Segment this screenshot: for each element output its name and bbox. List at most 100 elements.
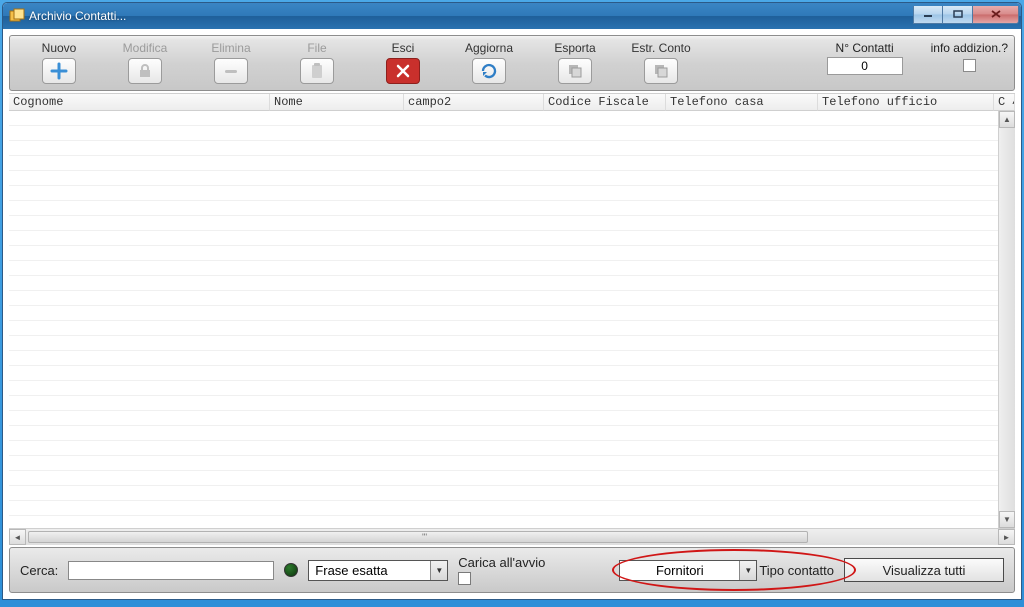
modifica-button[interactable]: Modifica (102, 39, 188, 87)
aggiorna-button[interactable]: Aggiorna (446, 39, 532, 87)
clipboard-icon (300, 58, 334, 84)
table-row[interactable] (9, 471, 1015, 486)
table-row[interactable] (9, 261, 1015, 276)
file-button[interactable]: File (274, 39, 360, 87)
close-icon (386, 58, 420, 84)
carica-label: Carica all'avvio (458, 555, 545, 570)
sort-asc-icon: ▲ (1012, 97, 1015, 107)
export-icon (558, 58, 592, 84)
carica-checkbox[interactable] (458, 572, 471, 585)
aggiorna-label: Aggiorna (465, 41, 513, 56)
chevron-down-icon (430, 561, 447, 580)
table-row[interactable] (9, 201, 1015, 216)
frase-value: Frase esatta (309, 563, 430, 578)
search-bar: Cerca: Frase esatta Carica all'avvio For… (9, 547, 1015, 593)
table-row[interactable] (9, 216, 1015, 231)
search-input[interactable] (68, 561, 274, 580)
table-row[interactable] (9, 291, 1015, 306)
table-row[interactable] (9, 441, 1015, 456)
table-row[interactable] (9, 156, 1015, 171)
table-row[interactable] (9, 171, 1015, 186)
table-row[interactable] (9, 126, 1015, 141)
nuovo-button[interactable]: Nuovo (16, 39, 102, 87)
table-row[interactable] (9, 411, 1015, 426)
app-icon (9, 8, 25, 24)
table-row[interactable] (9, 306, 1015, 321)
contacts-grid: Cognome Nome campo2 Codice Fiscale Telef… (9, 93, 1015, 545)
tipo-label: Tipo contatto (759, 563, 834, 578)
scroll-left-button[interactable]: ◄ (9, 529, 26, 545)
visualizza-tutti-button[interactable]: Visualizza tutti (844, 558, 1004, 582)
carica-allavvio: Carica all'avvio (458, 555, 545, 585)
col-nome[interactable]: Nome (270, 94, 404, 111)
ncontatti-value (827, 57, 903, 75)
hscroll-track[interactable]: ''' (26, 529, 998, 545)
estrconto-button[interactable]: Estr. Conto (618, 39, 704, 87)
table-row[interactable] (9, 111, 1015, 126)
elimina-button[interactable]: Elimina (188, 39, 274, 87)
modifica-label: Modifica (123, 41, 168, 56)
table-row[interactable] (9, 231, 1015, 246)
scroll-down-button[interactable]: ▼ (999, 511, 1015, 528)
app-window: Archivio Contatti... Nuovo Modifica (2, 2, 1022, 600)
plus-icon (42, 58, 76, 84)
table-row[interactable] (9, 276, 1015, 291)
vertical-scrollbar[interactable]: ▲ ▼ (998, 111, 1015, 528)
table-row[interactable] (9, 186, 1015, 201)
infoadd-checkbox[interactable] (963, 59, 976, 72)
grid-body[interactable]: ▲ ▼ (9, 111, 1015, 528)
table-row[interactable] (9, 456, 1015, 471)
minimize-button[interactable] (913, 6, 943, 24)
col-last[interactable]: C ▲ (994, 94, 1015, 111)
vscroll-track[interactable] (999, 128, 1015, 511)
table-row[interactable] (9, 351, 1015, 366)
col-campo2[interactable]: campo2 (404, 94, 544, 111)
hscroll-mark: ''' (422, 532, 427, 542)
tipo-contatto-select[interactable]: Fornitori (619, 560, 757, 581)
elimina-label: Elimina (211, 41, 250, 56)
col-telefonoufficio[interactable]: Telefono ufficio (818, 94, 994, 111)
ncontatti-field: N° Contatti (827, 41, 903, 75)
ncontatti-label: N° Contatti (827, 41, 903, 55)
scroll-up-button[interactable]: ▲ (999, 111, 1015, 128)
frase-select[interactable]: Frase esatta (308, 560, 448, 581)
file-label: File (307, 41, 326, 56)
esporta-button[interactable]: Esporta (532, 39, 618, 87)
table-row[interactable] (9, 516, 1015, 528)
col-codicefiscale[interactable]: Codice Fiscale (544, 94, 666, 111)
table-row[interactable] (9, 396, 1015, 411)
hscroll-thumb[interactable] (28, 531, 808, 543)
minus-icon (214, 58, 248, 84)
table-row[interactable] (9, 321, 1015, 336)
table-row[interactable] (9, 141, 1015, 156)
window-title: Archivio Contatti... (29, 9, 126, 23)
col-cognome[interactable]: Cognome (9, 94, 270, 111)
col-telefonocasa[interactable]: Telefono casa (666, 94, 818, 111)
esci-button[interactable]: Esci (360, 39, 446, 87)
table-row[interactable] (9, 336, 1015, 351)
close-button[interactable] (973, 6, 1019, 24)
table-row[interactable] (9, 366, 1015, 381)
table-row[interactable] (9, 381, 1015, 396)
table-row[interactable] (9, 426, 1015, 441)
table-row[interactable] (9, 501, 1015, 516)
infoadd-label: info addizion.? (931, 41, 1008, 55)
horizontal-scrollbar[interactable]: ◄ ''' ► (9, 528, 1015, 545)
estrconto-label: Estr. Conto (631, 41, 690, 56)
toolbar: Nuovo Modifica Elimina File Esci (9, 35, 1015, 91)
statement-icon (644, 58, 678, 84)
tipo-value: Fornitori (620, 563, 739, 578)
scroll-right-button[interactable]: ► (998, 529, 1015, 545)
table-row[interactable] (9, 486, 1015, 501)
esporta-label: Esporta (554, 41, 595, 56)
title-bar[interactable]: Archivio Contatti... (3, 3, 1021, 29)
nuovo-label: Nuovo (42, 41, 77, 56)
table-row[interactable] (9, 246, 1015, 261)
window-buttons (913, 9, 1019, 24)
refresh-icon (472, 58, 506, 84)
esci-label: Esci (392, 41, 415, 56)
cerca-label: Cerca: (20, 563, 58, 578)
lock-icon (128, 58, 162, 84)
maximize-button[interactable] (943, 6, 973, 24)
grid-header: Cognome Nome campo2 Codice Fiscale Telef… (9, 93, 1015, 111)
